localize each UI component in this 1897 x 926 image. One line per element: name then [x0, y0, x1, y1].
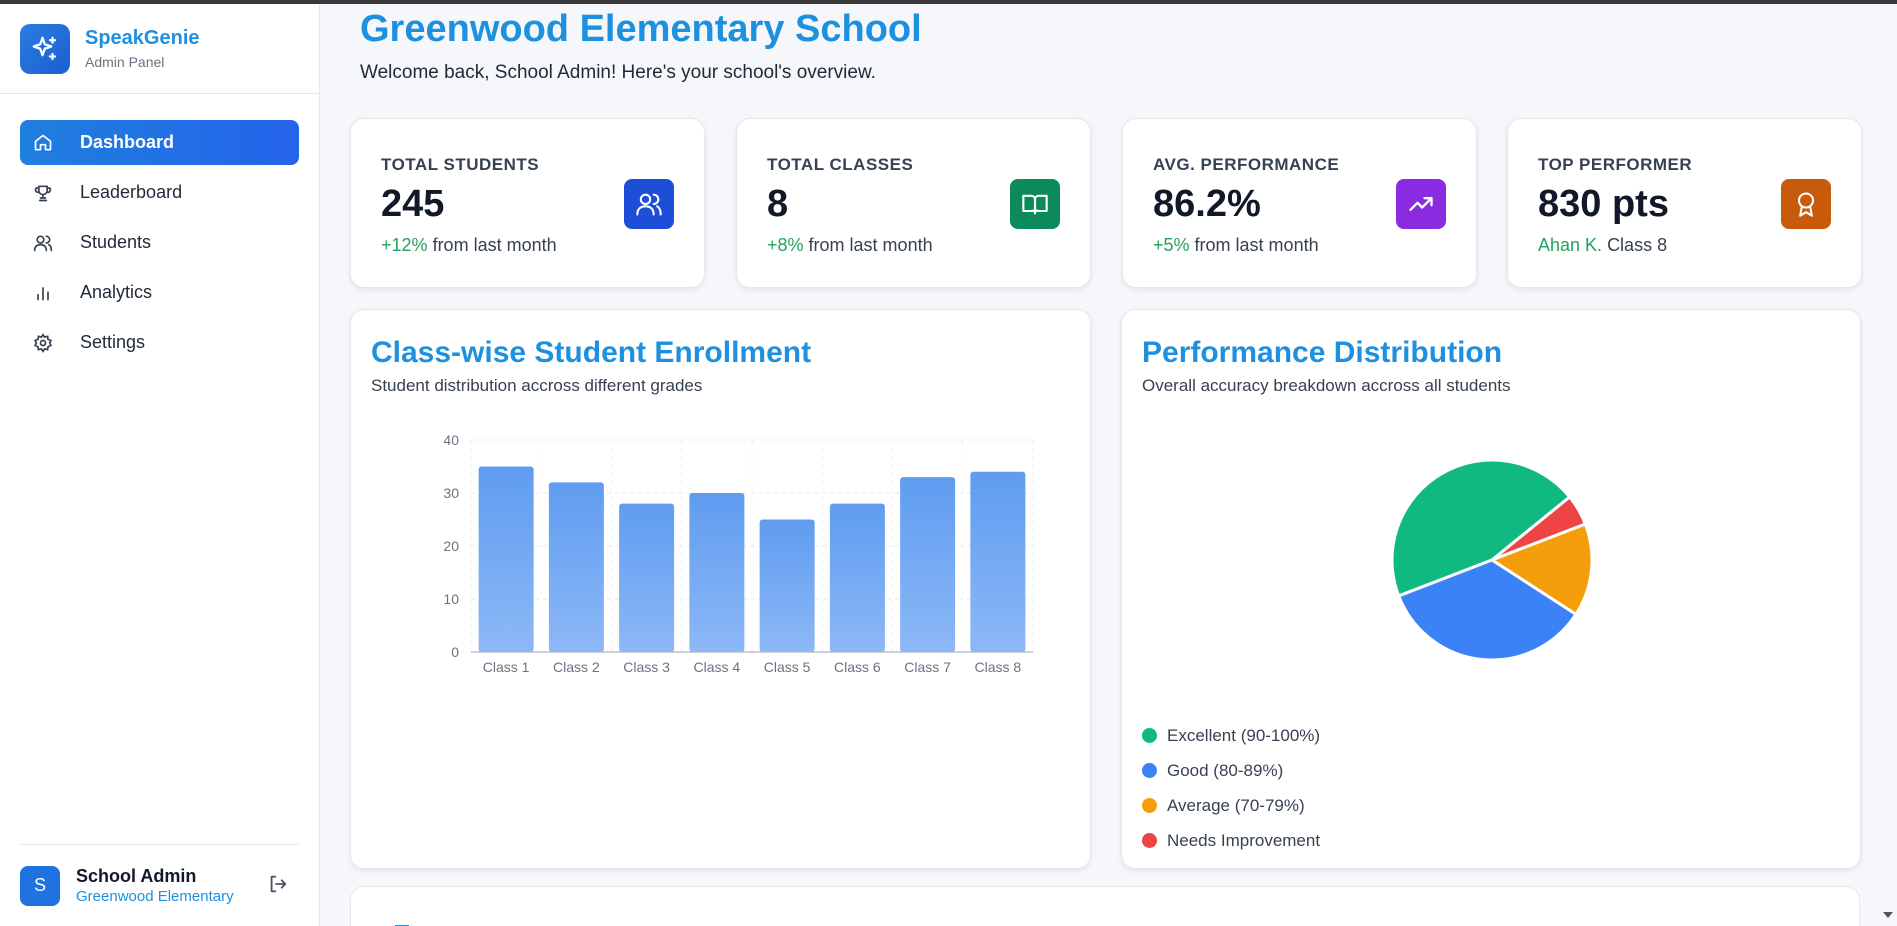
award-icon: [1781, 179, 1831, 229]
home-icon: [32, 132, 54, 154]
stat-value: 8: [767, 183, 789, 225]
sidebar-item-analytics[interactable]: Analytics: [20, 270, 299, 315]
page-subtitle: Welcome back, School Admin! Here's your …: [360, 62, 876, 83]
scrollbar[interactable]: [1879, 4, 1897, 926]
x-tick-label: Class 3: [623, 659, 670, 675]
legend-item: Average (70-79%): [1142, 788, 1320, 823]
x-tick-label: Class 6: [834, 659, 881, 675]
stat-value: 245: [381, 183, 445, 225]
users-icon: [624, 179, 674, 229]
legend-item: Needs Improvement: [1142, 823, 1320, 858]
y-tick-label: 20: [443, 538, 459, 554]
pie-legend: Excellent (90-100%) Good (80-89%) Averag…: [1142, 718, 1320, 858]
user-name: School Admin: [76, 865, 197, 886]
x-tick-label: Class 1: [483, 659, 530, 675]
stat-note: from last month: [808, 235, 933, 255]
stat-label: TOTAL STUDENTS: [381, 155, 540, 174]
bar: [900, 477, 956, 652]
stat-value: 86.2%: [1153, 183, 1261, 225]
bar: [619, 503, 675, 652]
trending-up-icon: [1396, 179, 1446, 229]
legend-label: Average (70-79%): [1167, 795, 1305, 815]
gear-icon: [32, 332, 54, 354]
avatar[interactable]: S: [20, 865, 60, 906]
enrollment-chart-panel: Class-wise Student Enrollment Student di…: [350, 309, 1091, 869]
legend-label: Good (80-89%): [1167, 760, 1284, 780]
sidebar-item-label: Students: [80, 232, 152, 252]
sidebar-item-students[interactable]: Students: [20, 220, 299, 265]
stat-label: AVG. PERFORMANCE: [1153, 155, 1340, 174]
sidebar-item-label: Dashboard: [80, 132, 175, 152]
logout-icon[interactable]: [267, 873, 291, 897]
brand-subtitle: Admin Panel: [85, 53, 165, 70]
x-tick-label: Class 7: [904, 659, 951, 675]
performance-chart-panel: Performance Distribution Overall accurac…: [1121, 309, 1861, 869]
y-tick-label: 10: [443, 591, 459, 607]
scroll-down-icon[interactable]: [1883, 912, 1893, 918]
stat-delta: +12%: [381, 235, 428, 255]
stat-card-avg-performance: AVG. PERFORMANCE 86.2% +5% from last mon…: [1122, 118, 1477, 288]
sidebar-nav: Dashboard Leaderboard Students Analytics: [0, 94, 319, 365]
brand-header: SpeakGenie Admin Panel: [0, 4, 319, 94]
main-content: Greenwood Elementary School Welcome back…: [320, 4, 1897, 926]
legend-swatch: [1142, 763, 1157, 778]
x-tick-label: Class 5: [764, 659, 811, 675]
legend-swatch: [1142, 798, 1157, 813]
bar-chart-icon: [32, 282, 54, 304]
trophy-icon: [32, 182, 54, 204]
stat-note: from last month: [432, 235, 557, 255]
sidebar-item-settings[interactable]: Settings: [20, 320, 299, 365]
bar: [689, 493, 745, 652]
user-org: Greenwood Elementary: [76, 887, 234, 905]
stat-delta: +8%: [767, 235, 804, 255]
book-open-icon: [1010, 179, 1060, 229]
sidebar-item-label: Analytics: [80, 282, 153, 302]
brand-name: SpeakGenie: [85, 26, 200, 49]
sidebar-item-leaderboard[interactable]: Leaderboard: [20, 170, 299, 215]
x-tick-label: Class 8: [975, 659, 1022, 675]
sidebar-item-label: Leaderboard: [80, 182, 183, 202]
stat-card-total-classes: TOTAL CLASSES 8 +8% from last month: [736, 118, 1091, 288]
stat-delta: +5%: [1153, 235, 1190, 255]
enrollment-bar-chart: 0 10 20 30 40 Class 1 Class 2 Class 3 Class 4 Cla…: [443, 432, 1034, 675]
user-profile: S School Admin Greenwood Elementary: [20, 844, 299, 926]
legend-swatch: [1142, 728, 1157, 743]
bar: [970, 471, 1026, 652]
bottom-panel: [350, 886, 1860, 926]
bar: [759, 519, 815, 652]
sidebar-item-dashboard[interactable]: Dashboard: [20, 120, 299, 165]
sparkles-icon: [20, 23, 70, 74]
stat-label: TOTAL CLASSES: [767, 155, 914, 174]
bar: [478, 466, 534, 652]
y-tick-label: 30: [443, 485, 459, 501]
page-title: Greenwood Elementary School: [360, 8, 922, 50]
performance-pie-chart: [1390, 458, 1594, 662]
y-tick-label: 0: [451, 644, 459, 660]
sidebar: SpeakGenie Admin Panel Dashboard Leaderb…: [0, 4, 320, 926]
top-performer-name: Ahan K.: [1538, 235, 1603, 255]
sidebar-item-label: Settings: [80, 332, 146, 352]
stat-card-total-students: TOTAL STUDENTS 245 +12% from last month: [350, 118, 705, 288]
app-window: SpeakGenie Admin Panel Dashboard Leaderb…: [0, 4, 1897, 926]
y-tick-label: 40: [443, 432, 459, 448]
legend-item: Excellent (90-100%): [1142, 718, 1320, 753]
legend-swatch: [1142, 833, 1157, 848]
bar: [548, 482, 604, 652]
stat-note: from last month: [1194, 235, 1319, 255]
stat-card-top-performer: TOP PERFORMER 830 pts Ahan K. Class 8: [1507, 118, 1862, 288]
stat-label: TOP PERFORMER: [1538, 155, 1693, 174]
stat-note: Class 8: [1607, 235, 1668, 255]
bar: [829, 503, 885, 652]
stat-value: 830 pts: [1538, 183, 1669, 225]
legend-item: Good (80-89%): [1142, 753, 1320, 788]
legend-label: Excellent (90-100%): [1167, 725, 1321, 745]
legend-label: Needs Improvement: [1167, 830, 1321, 850]
users-icon: [32, 232, 54, 254]
x-tick-label: Class 2: [553, 659, 600, 675]
x-tick-label: Class 4: [694, 659, 741, 675]
